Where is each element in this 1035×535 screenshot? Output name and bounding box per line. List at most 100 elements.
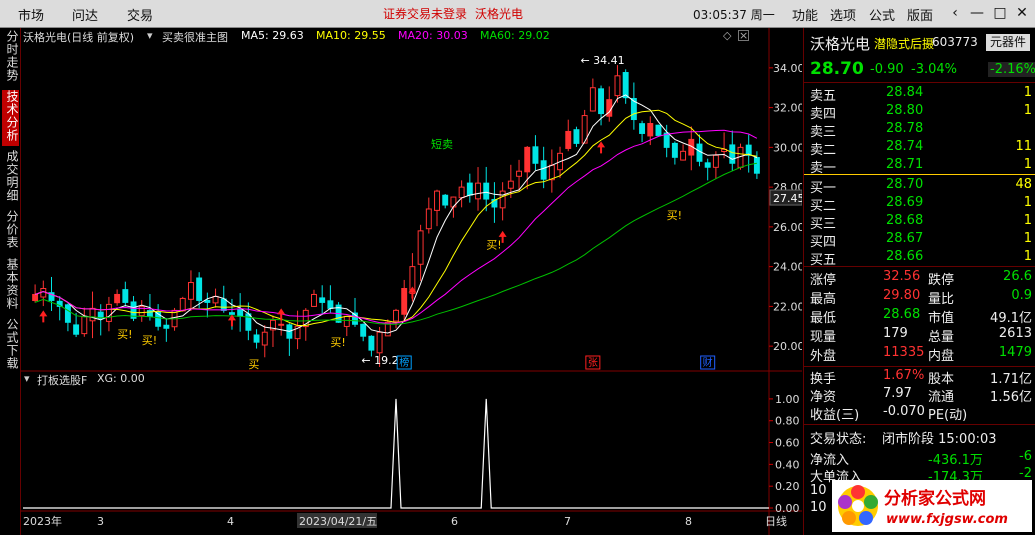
stat-row: 收益(三) -0.070 PE(动): [808, 404, 1034, 423]
minimize-icon[interactable]: —: [968, 4, 986, 22]
candle-body: [729, 144, 736, 164]
candle-body: [360, 323, 367, 337]
sub-indicator-name[interactable]: 打板选股F: [37, 372, 87, 388]
stat-value: 7.97: [883, 386, 912, 401]
candle-body: [614, 75, 621, 97]
ask-price: 28.71: [886, 157, 924, 172]
ask-row: 卖一 28.71 1: [808, 157, 1034, 176]
candle-body: [73, 324, 80, 335]
buy-signal: 买: [248, 358, 259, 371]
candle-body: [245, 313, 252, 331]
trade-status-value: 闭市阶段 15:00:03: [882, 432, 997, 447]
ask-row: 卖二 28.74 11: [808, 139, 1034, 158]
candle-body: [540, 160, 547, 180]
candle-body: [598, 88, 605, 115]
back-icon[interactable]: ‹: [946, 4, 964, 22]
svg-text:分析家公式网: 分析家公式网: [884, 488, 986, 509]
login-status[interactable]: 证券交易未登录: [383, 5, 467, 22]
buy-signal: 买!: [486, 239, 501, 252]
close-icon[interactable]: ✕: [1013, 4, 1031, 22]
candle-body: [704, 162, 711, 168]
stat-value: 1.71亿: [990, 372, 1032, 387]
stat-value: 32.56: [883, 269, 921, 284]
y-tick-label: 34.00: [773, 62, 802, 75]
stat-value: 1.67%: [883, 368, 925, 383]
dropdown-icon[interactable]: ▾: [147, 29, 153, 42]
flow-row: 净流入 -436.1万 -6: [808, 449, 1034, 468]
diamond-icon[interactable]: ◇: [723, 29, 731, 42]
candle-body: [655, 124, 662, 136]
stat-row: 最低 28.68 市值 49.1亿: [808, 307, 1034, 326]
tab-fundamentals[interactable]: 基本资料: [2, 258, 19, 314]
xg-signal-line: [23, 398, 769, 509]
bid-row: 买四 28.67 1: [808, 231, 1034, 250]
stat-row: 涨停 32.56 跌停 26.6: [808, 269, 1034, 288]
menu-layout[interactable]: 版面: [907, 5, 933, 24]
tab-price-table[interactable]: 分价表: [2, 210, 19, 254]
tab-technical[interactable]: 技术分析: [2, 90, 19, 146]
bid-row: 买一 28.70 48: [808, 177, 1034, 196]
menu-wenda[interactable]: 问达: [72, 5, 98, 24]
clock: 03:05:37 周一: [693, 8, 775, 22]
menu-trade[interactable]: 交易: [127, 5, 153, 24]
candle-body: [376, 331, 383, 354]
sub-dropdown-icon[interactable]: ▾: [24, 372, 30, 385]
stat-label: 现量: [810, 330, 837, 345]
x-axis-label: 6: [451, 515, 458, 528]
bid-price: 28.70: [886, 177, 924, 192]
x-axis-label: 日线: [765, 514, 787, 528]
candle-body: [114, 293, 121, 304]
stat-value: 28.68: [883, 307, 921, 322]
candle-body: [483, 182, 490, 200]
y-tick-label: 32.00: [773, 102, 802, 115]
bid-price: 28.67: [886, 231, 924, 246]
indicator-name[interactable]: 买卖很准主图: [162, 29, 228, 45]
candle-body: [516, 170, 522, 177]
bid-price: 28.66: [886, 249, 924, 264]
ask-row: 卖五 28.84 1: [808, 85, 1034, 104]
y-tick-label: 30.00: [773, 141, 802, 154]
bid-label: 买三: [810, 217, 837, 232]
candle-body: [401, 288, 408, 315]
current-price-label: 27.45: [773, 192, 802, 205]
menu-options[interactable]: 选项: [830, 5, 856, 24]
candle-body: [187, 282, 194, 300]
candle-body: [647, 123, 654, 137]
kline-chart[interactable]: 20.0022.0024.0026.0028.0030.0032.0034.00…: [21, 28, 802, 535]
stat-label: 最低: [810, 311, 837, 326]
stat-row: 换手 1.67% 股本 1.71亿: [808, 368, 1034, 387]
candle-body: [105, 303, 112, 322]
menu-func[interactable]: 功能: [792, 5, 818, 24]
bid-row: 买三 28.68 1: [808, 213, 1034, 232]
ask-volume: 1: [1023, 85, 1032, 100]
bid-volume: 1: [1023, 213, 1032, 228]
sub-y-tick-label: 0.00: [775, 502, 800, 515]
stat-label: 收益(三): [810, 408, 860, 423]
stat-label: 市值: [928, 311, 955, 326]
ask-label: 卖三: [810, 125, 837, 140]
buy-signal: 买!: [667, 209, 682, 222]
stat-label: 量比: [928, 292, 955, 307]
ask-volume: 1: [1023, 157, 1032, 172]
x-axis-label: 7: [564, 515, 571, 528]
close-panel-icon[interactable]: ×: [738, 30, 749, 41]
ma5-label: MA5: 29.63: [241, 29, 304, 42]
menu-market[interactable]: 市场: [18, 5, 44, 24]
stat-label: PE(动): [928, 408, 968, 423]
y-tick-label: 20.00: [773, 340, 802, 353]
candle-body: [639, 123, 646, 134]
candle-body: [712, 154, 719, 168]
concept-hint[interactable]: 潜隐式后摄: [874, 35, 934, 52]
tab-deals[interactable]: 成交明细: [2, 150, 19, 206]
candle-body: [64, 304, 71, 323]
stock-code: 603773: [932, 35, 978, 49]
menu-formula[interactable]: 公式: [869, 5, 895, 24]
maximize-icon[interactable]: □: [991, 4, 1009, 22]
candle-body: [671, 142, 678, 158]
flow-label: 10: [810, 483, 827, 498]
candle-body: [425, 208, 432, 230]
tab-formula-download[interactable]: 公式下载: [2, 318, 19, 374]
tab-intraday[interactable]: 分时走势: [2, 30, 19, 86]
stat-row: 最高 29.80 量比 0.9: [808, 288, 1034, 307]
sector-badge[interactable]: 元器件: [986, 34, 1031, 51]
